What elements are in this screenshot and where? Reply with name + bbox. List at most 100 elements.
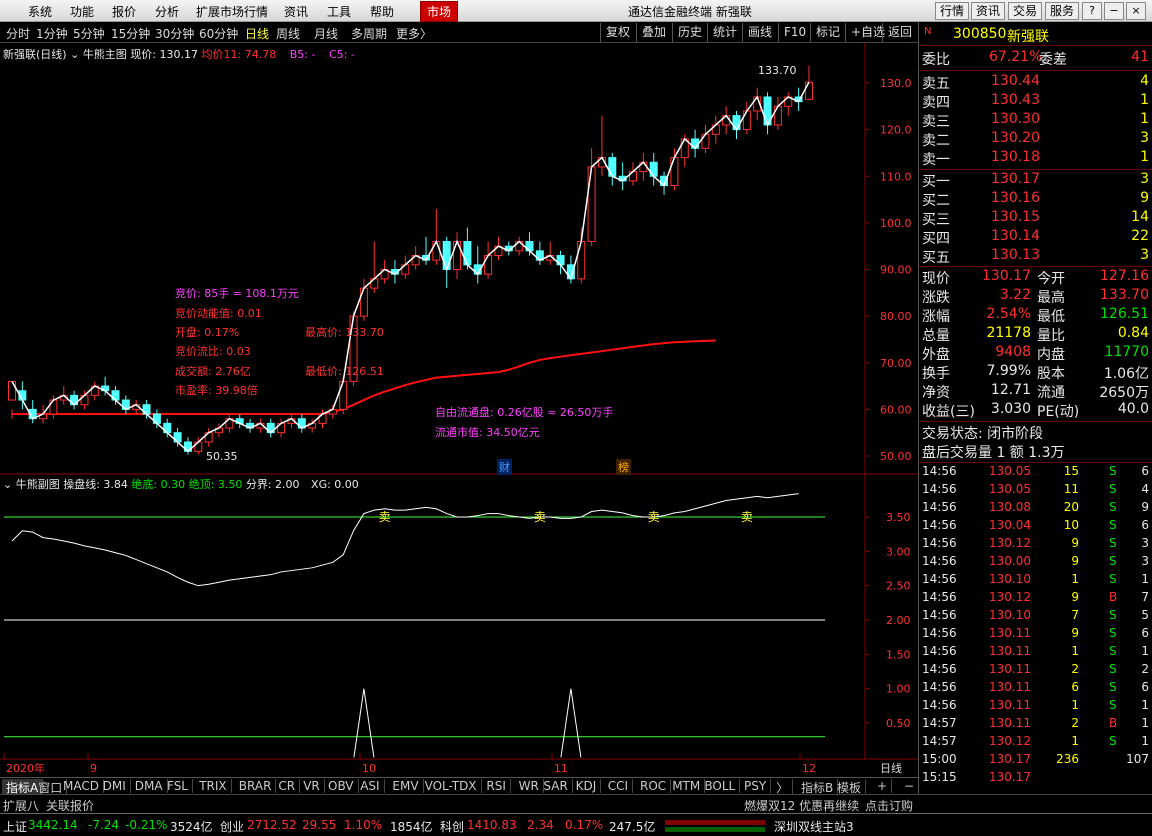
period-15min[interactable]: 15分钟 bbox=[111, 25, 150, 42]
indicator-tab-fsl[interactable]: FSL bbox=[163, 779, 193, 793]
btn-trade[interactable]: 交易 bbox=[1008, 2, 1043, 20]
sh-name[interactable]: 上证 bbox=[3, 818, 27, 835]
stat-row[interactable]: 总量 21178 量比 0.84 bbox=[919, 325, 1152, 344]
tick-row[interactable]: 14:56 130.11 9 S 6 bbox=[919, 626, 1152, 644]
tick-row[interactable]: 14:56 130.11 2 S 2 bbox=[919, 662, 1152, 680]
ask-row[interactable]: 卖一 130.18 1 bbox=[919, 149, 1152, 168]
tool-draw[interactable]: 画线 bbox=[742, 23, 777, 42]
menu-ext-market[interactable]: 扩展市场行情 bbox=[196, 3, 268, 20]
indicator-tab-kdj[interactable]: KDJ bbox=[572, 779, 602, 793]
status-related[interactable]: 关联报价 bbox=[46, 797, 94, 814]
indicator-tab-cci[interactable]: CCI bbox=[604, 779, 634, 793]
list-marker[interactable]: 榜 bbox=[616, 459, 631, 475]
tick-row[interactable]: 15:15 130.17 bbox=[919, 770, 1152, 788]
period-5min[interactable]: 5分钟 bbox=[73, 25, 105, 42]
menu-analysis[interactable]: 分析 bbox=[155, 3, 179, 20]
period-60min[interactable]: 60分钟 bbox=[199, 25, 238, 42]
tick-row[interactable]: 14:56 130.05 11 S 4 bbox=[919, 482, 1152, 500]
stat-row[interactable]: 现价 130.17 今开 127.16 bbox=[919, 268, 1152, 287]
tick-row[interactable]: 14:56 130.00 9 S 3 bbox=[919, 554, 1152, 572]
close-icon[interactable]: × bbox=[1126, 2, 1146, 20]
tick-row[interactable]: 14:56 130.11 1 S 1 bbox=[919, 698, 1152, 716]
cy-name[interactable]: 创业 bbox=[220, 818, 244, 835]
indicator-tab-cr[interactable]: CR bbox=[274, 779, 301, 793]
stat-row[interactable]: 收益(三) 3.030 PE(动) 40.0 bbox=[919, 401, 1152, 420]
period-daily[interactable]: 日线 bbox=[245, 25, 269, 42]
indicator-tab-vr[interactable]: VR bbox=[299, 779, 325, 793]
tool-history[interactable]: 历史 bbox=[672, 23, 707, 42]
menu-help[interactable]: 帮助 bbox=[370, 3, 394, 20]
bid-row[interactable]: 买一 130.17 3 bbox=[919, 171, 1152, 190]
indicator-right-3[interactable]: − bbox=[900, 779, 920, 793]
indicator-tab-emv[interactable]: EMV bbox=[388, 779, 424, 793]
menu-function[interactable]: 功能 bbox=[70, 3, 94, 20]
stat-row[interactable]: 涨跌 3.22 最高 133.70 bbox=[919, 287, 1152, 306]
indicator-tab-asi[interactable]: ASI bbox=[356, 779, 385, 793]
indicator-tab-rsi[interactable]: RSI bbox=[482, 779, 511, 793]
indicator-tab-obv[interactable]: OBV bbox=[324, 779, 359, 793]
bid-row[interactable]: 买五 130.13 3 bbox=[919, 247, 1152, 266]
tool-mark[interactable]: 标记 bbox=[810, 23, 845, 42]
status-ext8[interactable]: 扩展八 bbox=[3, 797, 39, 814]
bid-row[interactable]: 买四 130.14 22 bbox=[919, 228, 1152, 247]
bid-row[interactable]: 买二 130.16 9 bbox=[919, 190, 1152, 209]
indicator-right-2[interactable]: + bbox=[873, 779, 893, 793]
indicator-tab-vol-tdx[interactable]: VOL-TDX bbox=[421, 779, 482, 793]
ask-row[interactable]: 卖三 130.30 1 bbox=[919, 111, 1152, 130]
help-icon[interactable]: ? bbox=[1082, 2, 1102, 20]
btn-service[interactable]: 服务 bbox=[1045, 2, 1080, 20]
menu-tools[interactable]: 工具 bbox=[327, 3, 351, 20]
stat-row[interactable]: 外盘 9408 内盘 11770 bbox=[919, 344, 1152, 363]
tick-row[interactable]: 14:56 130.05 15 S 6 bbox=[919, 464, 1152, 482]
indicator-tab-dmi[interactable]: DMI bbox=[99, 779, 131, 793]
status-ad[interactable]: 燃爆双12 优惠再继续 bbox=[744, 797, 859, 814]
period-tick[interactable]: 分时 bbox=[6, 25, 30, 42]
ask-row[interactable]: 卖四 130.43 1 bbox=[919, 92, 1152, 111]
tick-row[interactable]: 14:56 130.11 6 S 6 bbox=[919, 680, 1152, 698]
period-more[interactable]: 更多〉 bbox=[396, 25, 432, 42]
period-weekly[interactable]: 周线 bbox=[276, 25, 300, 42]
tick-row[interactable]: 14:56 130.11 1 S 1 bbox=[919, 644, 1152, 662]
tick-row[interactable]: 14:56 130.12 9 B 7 bbox=[919, 590, 1152, 608]
tool-f10[interactable]: F10 bbox=[778, 23, 811, 42]
stat-row[interactable]: 换手 7.99% 股本 1.06亿 bbox=[919, 363, 1152, 382]
tick-row[interactable]: 14:56 130.04 10 S 6 bbox=[919, 518, 1152, 536]
period-monthly[interactable]: 月线 bbox=[314, 25, 338, 42]
tick-row[interactable]: 14:56 130.08 20 S 9 bbox=[919, 500, 1152, 518]
period-30min[interactable]: 30分钟 bbox=[155, 25, 194, 42]
menu-system[interactable]: 系统 bbox=[28, 3, 52, 20]
period-1min[interactable]: 1分钟 bbox=[36, 25, 68, 42]
ask-row[interactable]: 卖五 130.44 4 bbox=[919, 73, 1152, 92]
menu-news[interactable]: 资讯 bbox=[284, 3, 308, 20]
tick-row[interactable]: 14:56 130.12 9 S 3 bbox=[919, 536, 1152, 554]
menu-market[interactable]: 市场 bbox=[420, 1, 459, 22]
stat-row[interactable]: 涨幅 2.54% 最低 126.51 bbox=[919, 306, 1152, 325]
tool-back[interactable]: 返回 bbox=[882, 23, 917, 42]
period-multi[interactable]: 多周期 bbox=[351, 25, 387, 42]
server-name[interactable]: 深圳双线主站3 bbox=[774, 818, 854, 835]
bid-row[interactable]: 买三 130.15 14 bbox=[919, 209, 1152, 228]
sub-indicator-chart[interactable]: 3.50 3.00 2.50 2.00 1.50 1.00 0.50 卖 卖 卖 卖 2020年 9… bbox=[0, 475, 918, 775]
btn-news[interactable]: 资讯 bbox=[971, 2, 1006, 20]
btn-quotes[interactable]: 行情 bbox=[935, 2, 970, 20]
indicator-tab-psy[interactable]: PSY bbox=[740, 779, 772, 793]
indicator-tab-sar[interactable]: SAR bbox=[539, 779, 573, 793]
indicator-tab-boll[interactable]: BOLL bbox=[700, 779, 741, 793]
ask-row[interactable]: 卖二 130.20 3 bbox=[919, 130, 1152, 149]
stat-row[interactable]: 净资 12.71 流通 2650万 bbox=[919, 382, 1152, 401]
tick-row[interactable]: 14:56 130.10 1 S 1 bbox=[919, 572, 1152, 590]
tool-stats[interactable]: 统计 bbox=[707, 23, 742, 42]
indicator-tab-trix[interactable]: TRIX bbox=[195, 779, 232, 793]
indicator-tab-brar[interactable]: BRAR bbox=[235, 779, 277, 793]
tick-row[interactable]: 15:00 130.17 236 107 bbox=[919, 752, 1152, 770]
tool-overlay[interactable]: 叠加 bbox=[636, 23, 671, 42]
finance-marker[interactable]: 财 bbox=[497, 459, 512, 475]
tick-row[interactable]: 14:56 130.10 7 S 5 bbox=[919, 608, 1152, 626]
tick-row[interactable]: 14:57 130.12 1 S 1 bbox=[919, 734, 1152, 752]
tick-row[interactable]: 14:57 130.11 2 B 1 bbox=[919, 716, 1152, 734]
menu-quote[interactable]: 报价 bbox=[112, 3, 136, 20]
kc-name[interactable]: 科创 bbox=[440, 818, 464, 835]
minimize-icon[interactable]: − bbox=[1104, 2, 1124, 20]
indicator-tab-macd[interactable]: MACD bbox=[59, 779, 104, 793]
status-order[interactable]: 点击订购 bbox=[865, 797, 913, 814]
